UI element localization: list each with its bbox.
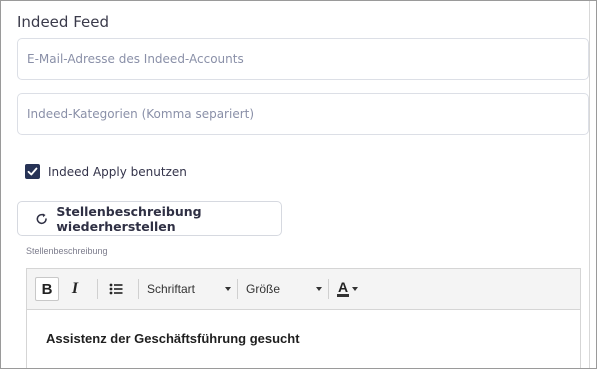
section-title: Indeed Feed bbox=[17, 13, 109, 31]
scroll-edge bbox=[589, 1, 590, 368]
font-family-dropdown[interactable]: Schriftart bbox=[147, 277, 231, 301]
toolbar-divider bbox=[97, 279, 98, 299]
refresh-icon bbox=[36, 212, 47, 224]
toolbar-divider bbox=[138, 279, 139, 299]
toolbar-divider bbox=[328, 279, 329, 299]
indeed-categories-input[interactable] bbox=[17, 93, 589, 135]
chevron-down-icon bbox=[352, 287, 359, 291]
font-family-value: Schriftart bbox=[147, 282, 196, 296]
editor-toolbar: B I Schriftart Größe A bbox=[27, 269, 580, 310]
bold-button[interactable]: B bbox=[35, 277, 59, 301]
bullet-list-button[interactable] bbox=[104, 277, 128, 301]
description-editor[interactable]: B I Schriftart Größe A Assistenz der Ges… bbox=[26, 268, 581, 368]
checkmark-icon bbox=[27, 167, 38, 176]
text-color-button[interactable]: A bbox=[337, 279, 359, 297]
indeed-apply-checkbox[interactable] bbox=[25, 164, 40, 179]
editor-content[interactable]: Assistenz der Geschäftsführung gesucht bbox=[27, 310, 580, 346]
window-frame: Indeed Feed Indeed Apply benutzen Stelle… bbox=[0, 0, 597, 369]
restore-description-button[interactable]: Stellenbeschreibung wiederherstellen bbox=[17, 201, 282, 236]
restore-description-label: Stellenbeschreibung wiederherstellen bbox=[56, 203, 202, 234]
chevron-down-icon bbox=[316, 287, 322, 291]
indeed-apply-row[interactable]: Indeed Apply benutzen bbox=[25, 164, 187, 179]
font-size-dropdown[interactable]: Größe bbox=[246, 277, 322, 301]
indeed-apply-label: Indeed Apply benutzen bbox=[48, 164, 187, 179]
toolbar-divider bbox=[237, 279, 238, 299]
font-size-value: Größe bbox=[246, 282, 281, 296]
italic-button[interactable]: I bbox=[63, 277, 87, 301]
bullet-list-icon bbox=[109, 283, 123, 295]
editor-content-heading: Assistenz der Geschäftsführung gesucht bbox=[46, 331, 300, 346]
description-editor-label: Stellenbeschreibung bbox=[26, 246, 108, 256]
chevron-down-icon bbox=[225, 287, 231, 291]
indeed-email-input[interactable] bbox=[17, 38, 589, 80]
text-color-icon: A bbox=[337, 279, 350, 297]
